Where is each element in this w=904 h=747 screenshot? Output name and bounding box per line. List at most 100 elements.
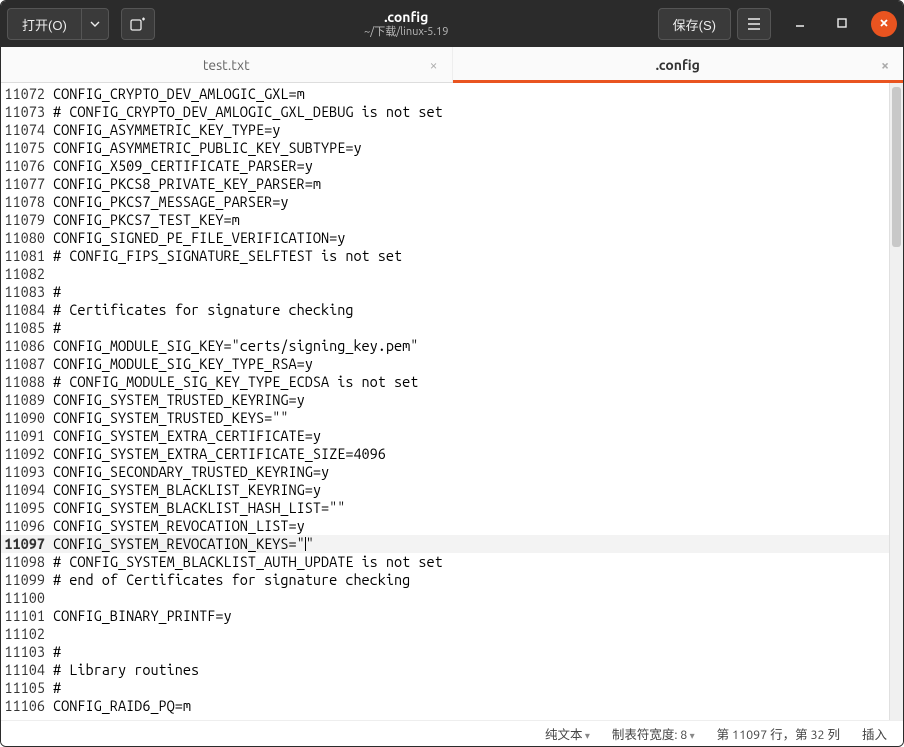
minimize-icon (794, 15, 806, 33)
tab-close-button[interactable]: × (881, 57, 889, 73)
line-text: # CONFIG_CRYPTO_DEV_AMLOGIC_GXL_DEBUG is… (53, 103, 889, 121)
line-text: CONFIG_SIGNED_PE_FILE_VERIFICATION=y (53, 229, 889, 247)
line-text: CONFIG_SYSTEM_TRUSTED_KEYRING=y (53, 391, 889, 409)
editor-line[interactable]: 11073# CONFIG_CRYPTO_DEV_AMLOGIC_GXL_DEB… (1, 103, 889, 121)
window-minimize-button[interactable] (787, 11, 813, 37)
line-number: 11101 (1, 607, 53, 625)
line-number: 11084 (1, 301, 53, 319)
editor-line[interactable]: 11090CONFIG_SYSTEM_TRUSTED_KEYS="" (1, 409, 889, 427)
line-number: 11077 (1, 175, 53, 193)
tab-test-txt[interactable]: test.txt × (1, 47, 452, 82)
editor-line[interactable]: 11105# (1, 679, 889, 697)
editor-line[interactable]: 11086CONFIG_MODULE_SIG_KEY="certs/signin… (1, 337, 889, 355)
line-text: # (53, 319, 889, 337)
new-tab-button[interactable] (121, 8, 155, 40)
editor-line[interactable]: 11072CONFIG_CRYPTO_DEV_AMLOGIC_GXL=m (1, 85, 889, 103)
new-tab-icon (130, 17, 146, 31)
line-text: CONFIG_SYSTEM_BLACKLIST_KEYRING=y (53, 481, 889, 499)
line-number: 11085 (1, 319, 53, 337)
editor-line[interactable]: 11104# Library routines (1, 661, 889, 679)
editor-line[interactable]: 11099# end of Certificates for signature… (1, 571, 889, 589)
window-maximize-button[interactable] (829, 11, 855, 37)
editor-line[interactable]: 11091CONFIG_SYSTEM_EXTRA_CERTIFICATE=y (1, 427, 889, 445)
editor-line[interactable]: 11081# CONFIG_FIPS_SIGNATURE_SELFTEST is… (1, 247, 889, 265)
line-number: 11092 (1, 445, 53, 463)
line-text: CONFIG_RAID6_PQ=m (53, 697, 889, 715)
line-text: CONFIG_MODULE_SIG_KEY="certs/signing_key… (53, 337, 889, 355)
cursor-position-label: 第 11097 行，第 32 列 (717, 724, 840, 743)
line-number: 11098 (1, 553, 53, 571)
line-number: 11106 (1, 697, 53, 715)
line-number: 11097 (1, 535, 53, 553)
line-number: 11072 (1, 85, 53, 103)
editor-line[interactable]: 11097CONFIG_SYSTEM_REVOCATION_KEYS="" (1, 535, 889, 553)
open-recent-button[interactable] (81, 8, 109, 40)
editor-line[interactable]: 11093CONFIG_SECONDARY_TRUSTED_KEYRING=y (1, 463, 889, 481)
hamburger-menu-button[interactable] (737, 8, 771, 40)
editor-line[interactable]: 11074CONFIG_ASYMMETRIC_KEY_TYPE=y (1, 121, 889, 139)
editor-line[interactable]: 11087CONFIG_MODULE_SIG_KEY_TYPE_RSA=y (1, 355, 889, 373)
text-editor[interactable]: 11072CONFIG_CRYPTO_DEV_AMLOGIC_GXL=m1107… (1, 83, 889, 720)
line-text: CONFIG_PKCS7_MESSAGE_PARSER=y (53, 193, 889, 211)
line-text: CONFIG_MODULE_SIG_KEY_TYPE_RSA=y (53, 355, 889, 373)
line-text: CONFIG_SYSTEM_EXTRA_CERTIFICATE=y (53, 427, 889, 445)
line-number: 11086 (1, 337, 53, 355)
editor-line[interactable]: 11079CONFIG_PKCS7_TEST_KEY=m (1, 211, 889, 229)
editor-line[interactable]: 11075CONFIG_ASYMMETRIC_PUBLIC_KEY_SUBTYP… (1, 139, 889, 157)
line-text: CONFIG_X509_CERTIFICATE_PARSER=y (53, 157, 889, 175)
editor-line[interactable]: 11089CONFIG_SYSTEM_TRUSTED_KEYRING=y (1, 391, 889, 409)
editor-line[interactable]: 11106CONFIG_RAID6_PQ=m (1, 697, 889, 715)
editor-line[interactable]: 11096CONFIG_SYSTEM_REVOCATION_LIST=y (1, 517, 889, 535)
line-text: # CONFIG_MODULE_SIG_KEY_TYPE_ECDSA is no… (53, 373, 889, 391)
editor-line[interactable]: 11088# CONFIG_MODULE_SIG_KEY_TYPE_ECDSA … (1, 373, 889, 391)
vertical-scrollbar[interactable] (889, 83, 903, 720)
titlebar-right: 保存(S) (658, 8, 897, 40)
line-number: 11088 (1, 373, 53, 391)
editor-line[interactable]: 11098# CONFIG_SYSTEM_BLACKLIST_AUTH_UPDA… (1, 553, 889, 571)
line-text: CONFIG_SYSTEM_REVOCATION_LIST=y (53, 517, 889, 535)
line-text: # CONFIG_FIPS_SIGNATURE_SELFTEST is not … (53, 247, 889, 265)
line-text (53, 265, 889, 283)
scrollbar-thumb[interactable] (892, 87, 901, 247)
line-text: CONFIG_SYSTEM_EXTRA_CERTIFICATE_SIZE=409… (53, 445, 889, 463)
window-close-button[interactable] (871, 11, 897, 37)
editor-line[interactable]: 11100 (1, 589, 889, 607)
editor-line[interactable]: 11092CONFIG_SYSTEM_EXTRA_CERTIFICATE_SIZ… (1, 445, 889, 463)
editor-line[interactable]: 11101CONFIG_BINARY_PRINTF=y (1, 607, 889, 625)
syntax-mode-selector[interactable]: 纯文本 (545, 724, 590, 743)
line-number: 11093 (1, 463, 53, 481)
editor-line[interactable]: 11102 (1, 625, 889, 643)
tab-close-button[interactable]: × (430, 57, 438, 73)
line-number: 11073 (1, 103, 53, 121)
editor-line[interactable]: 11083# (1, 283, 889, 301)
line-text: CONFIG_SECONDARY_TRUSTED_KEYRING=y (53, 463, 889, 481)
insert-mode-label[interactable]: 插入 (862, 724, 887, 743)
save-button[interactable]: 保存(S) (658, 8, 731, 40)
line-text: CONFIG_PKCS7_TEST_KEY=m (53, 211, 889, 229)
editor-line[interactable]: 11082 (1, 265, 889, 283)
editor-line[interactable]: 11080CONFIG_SIGNED_PE_FILE_VERIFICATION=… (1, 229, 889, 247)
line-text: # end of Certificates for signature chec… (53, 571, 889, 589)
tab-label: test.txt (203, 57, 250, 73)
editor-line[interactable]: 11103# (1, 643, 889, 661)
editor-line[interactable]: 11076CONFIG_X509_CERTIFICATE_PARSER=y (1, 157, 889, 175)
editor-line[interactable]: 11085# (1, 319, 889, 337)
editor-line[interactable]: 11078CONFIG_PKCS7_MESSAGE_PARSER=y (1, 193, 889, 211)
line-text: CONFIG_BINARY_PRINTF=y (53, 607, 889, 625)
editor-line[interactable]: 11077CONFIG_PKCS8_PRIVATE_KEY_PARSER=m (1, 175, 889, 193)
titlebar-center: .config ~/下载/linux-5.19 (155, 9, 658, 39)
editor-line[interactable]: 11095CONFIG_SYSTEM_BLACKLIST_HASH_LIST="… (1, 499, 889, 517)
hamburger-icon (747, 18, 761, 30)
editor-line[interactable]: 11084# Certificates for signature checki… (1, 301, 889, 319)
titlebar: 打开(O) .config ~/下载/linux-5.19 保存(S) (1, 1, 903, 47)
tab-config[interactable]: .config × (452, 47, 904, 82)
line-number: 11103 (1, 643, 53, 661)
line-number: 11090 (1, 409, 53, 427)
editor-line[interactable]: 11094CONFIG_SYSTEM_BLACKLIST_KEYRING=y (1, 481, 889, 499)
window-title: .config (155, 9, 658, 26)
tab-width-selector[interactable]: 制表符宽度: 8 (612, 724, 695, 743)
line-text: CONFIG_SYSTEM_BLACKLIST_HASH_LIST="" (53, 499, 889, 517)
tab-label: .config (656, 57, 700, 73)
line-text: # CONFIG_SYSTEM_BLACKLIST_AUTH_UPDATE is… (53, 553, 889, 571)
open-button[interactable]: 打开(O) (7, 8, 81, 40)
